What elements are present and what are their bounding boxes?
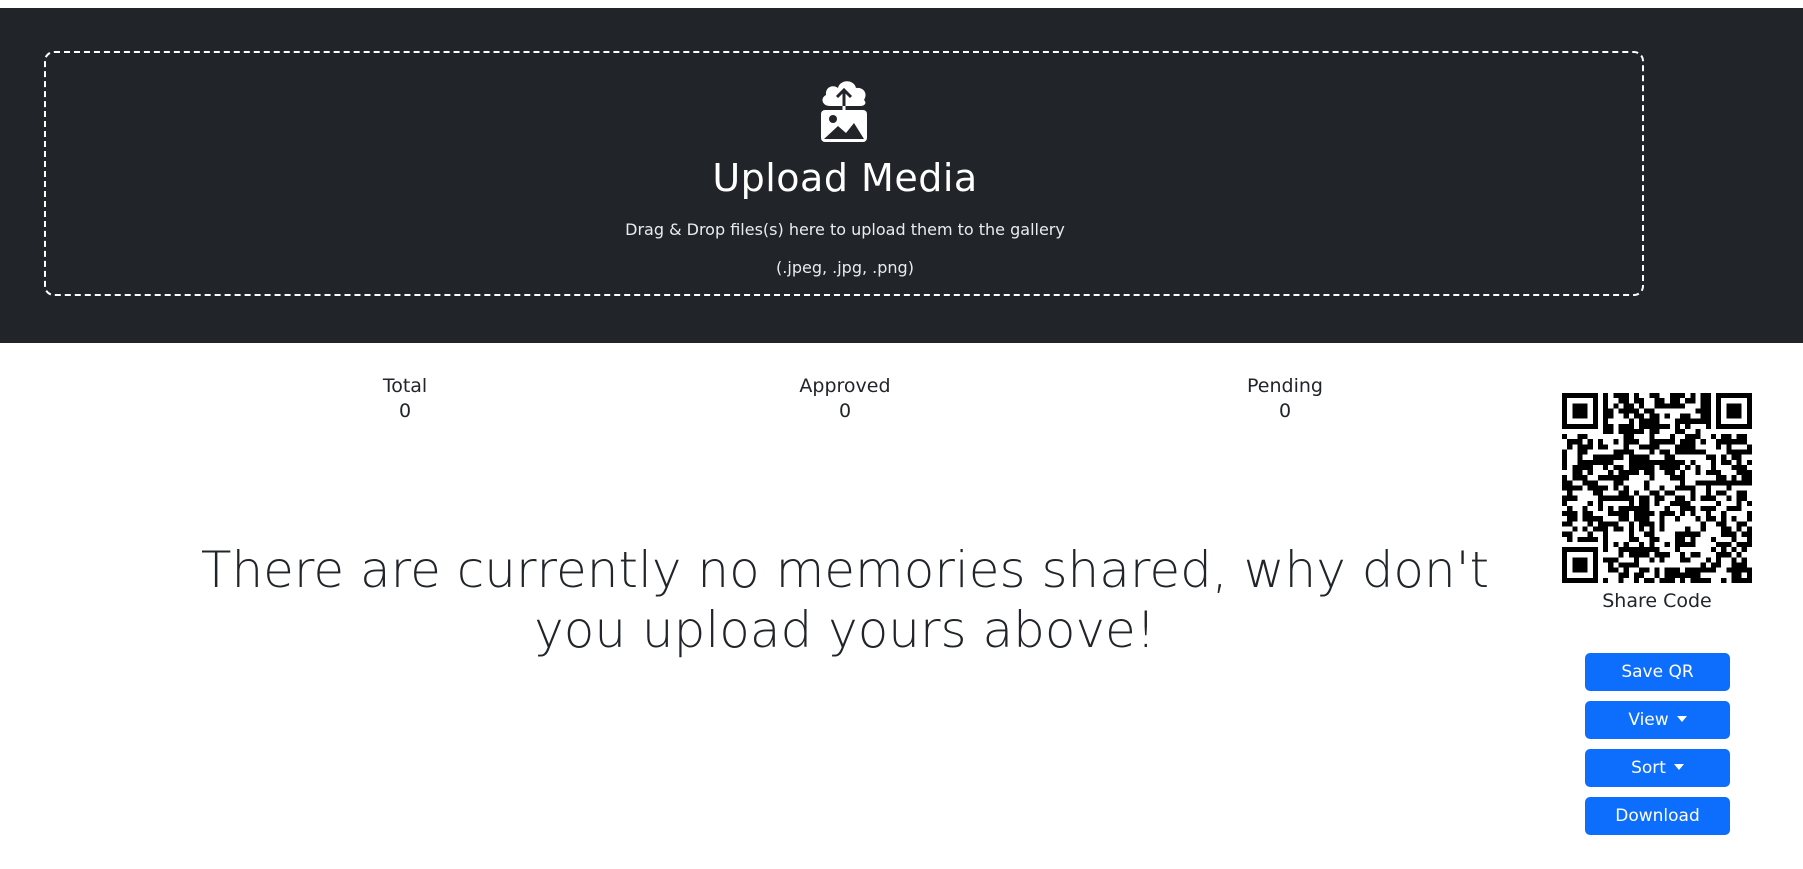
view-label: View [1628,710,1669,730]
qr-code-icon [1562,393,1752,583]
top-strip [0,0,1803,8]
stat-total-value: 0 [398,400,412,422]
upload-title: Upload Media [712,156,978,200]
stat-pending: Pending 0 [1185,374,1385,424]
save-qr-button[interactable]: Save QR [1585,653,1730,691]
cloud-upload-image-icon [821,81,867,142]
caret-down-icon [1676,716,1687,722]
download-button[interactable]: Download [1585,797,1730,835]
stat-pending-value: 0 [1278,400,1292,422]
stat-approved: Approved 0 [745,374,945,424]
share-code-label: Share Code [1602,590,1712,612]
sort-dropdown-button[interactable]: Sort [1585,749,1730,787]
stat-approved-label: Approved [799,375,891,397]
stat-approved-value: 0 [838,400,852,422]
stat-total: Total 0 [305,374,505,424]
upload-instructions: Drag & Drop files(s) here to upload them… [625,220,1065,239]
stat-total-label: Total [382,375,428,397]
save-qr-label: Save QR [1621,662,1694,682]
caret-down-icon [1673,764,1684,770]
upload-hero: Upload Media Drag & Drop files(s) here t… [0,8,1803,343]
download-label: Download [1615,806,1700,826]
stat-pending-label: Pending [1247,375,1323,397]
view-dropdown-button[interactable]: View [1585,701,1730,739]
sort-label: Sort [1631,758,1666,778]
empty-gallery-message: There are currently no memories shared, … [200,541,1490,659]
accepted-file-types: (.jpeg, .jpg, .png) [776,258,914,277]
